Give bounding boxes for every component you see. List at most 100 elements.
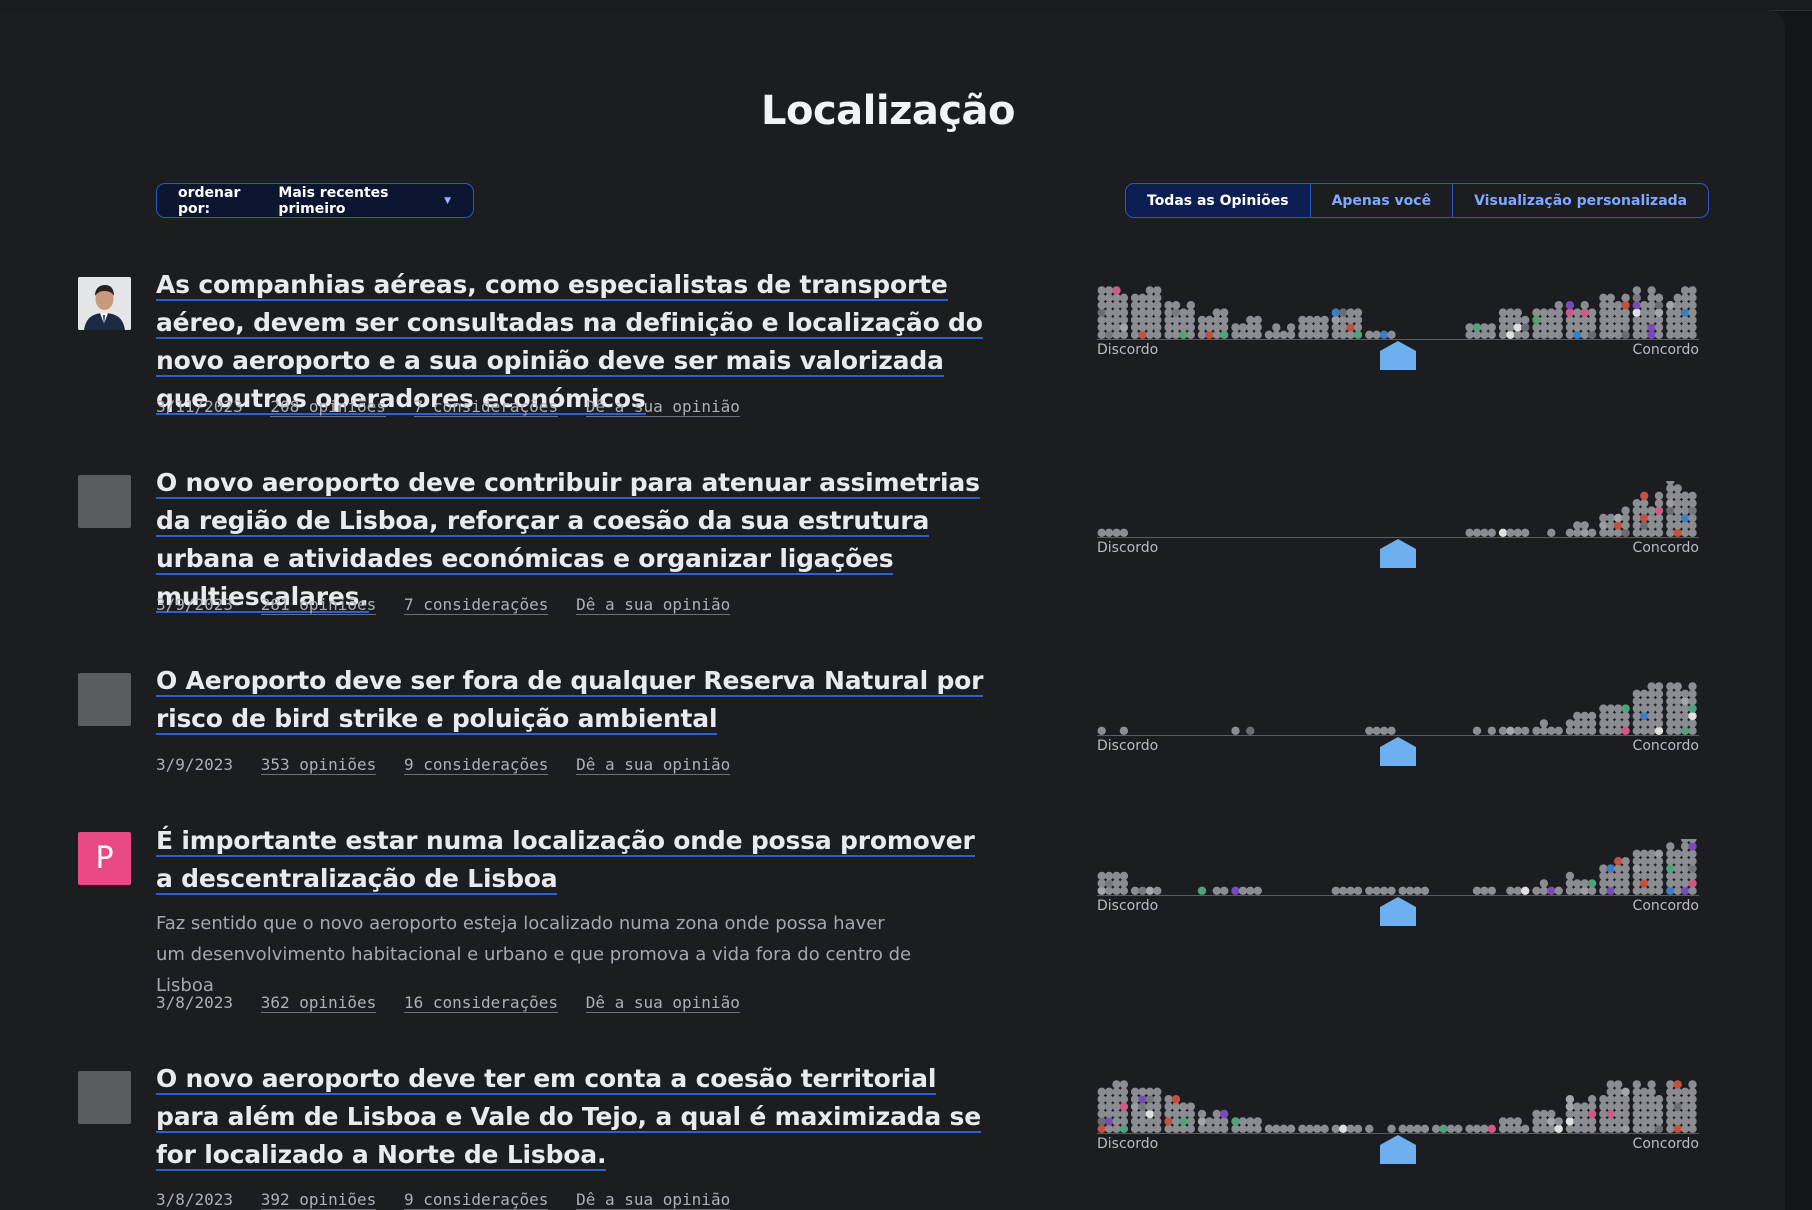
opinion-dot (1145, 286, 1155, 295)
opinion-dot (1487, 528, 1496, 537)
opinion-dot (1599, 871, 1608, 881)
opinion-dot (1647, 704, 1656, 713)
opinion-dot (1673, 308, 1682, 317)
opinion-dot (1112, 1109, 1121, 1119)
opinion-dot (1654, 711, 1664, 721)
opinion-distribution-chart[interactable]: Discordo Concordo (1097, 839, 1699, 929)
considerations-link[interactable]: 16 considerações (403, 993, 559, 1013)
statement-title-text[interactable]: O Aeroporto deve ser fora de qualquer Re… (156, 666, 983, 735)
opinion-dot (1465, 1124, 1474, 1133)
opinion-dot (1580, 330, 1589, 339)
opinion-dot (1353, 886, 1363, 895)
statement-title[interactable]: O Aeroporto deve ser fora de qualquer Re… (156, 662, 996, 738)
opinion-dot (1632, 528, 1641, 537)
opinion-distribution-chart[interactable]: Discordo Concordo (1097, 1077, 1699, 1167)
opinions-link[interactable]: 362 opiniões (260, 993, 377, 1013)
sort-dropdown[interactable]: ordenar por: Mais recentes primeiro ▼ (156, 183, 474, 218)
considerations-link[interactable]: 9 considerações (403, 1190, 549, 1210)
disagree-label: Discordo (1097, 898, 1159, 914)
opinion-dot (1238, 330, 1248, 339)
opinion-dot (1164, 308, 1173, 317)
opinion-dot (1179, 1117, 1188, 1126)
opinion-dot (1130, 1109, 1140, 1119)
opinion-dot (1599, 886, 1608, 895)
opinion-distribution-chart[interactable]: Discordo Concordo (1097, 481, 1699, 571)
give-opinion-link[interactable]: Dê a sua opinião (576, 755, 731, 775)
tab-custom-view[interactable]: Visualização personalizada (1452, 184, 1708, 217)
statement-title[interactable]: O novo aeroporto deve contribuir para at… (156, 464, 996, 616)
opinion-dot (1506, 1117, 1515, 1126)
opinion-dot (1145, 323, 1155, 332)
opinion-dot (1398, 1124, 1407, 1133)
opinion-dot (1197, 315, 1207, 325)
opinion-dot (1647, 849, 1656, 858)
opinion-dot (1112, 879, 1121, 888)
opinion-dot (1164, 1102, 1173, 1111)
statement-title[interactable]: As companhias aéreas, como especialistas… (156, 266, 996, 418)
opinions-link[interactable]: 392 opiniões (260, 1190, 377, 1210)
opinion-dot (1614, 1102, 1623, 1111)
consensus-marker-icon[interactable] (1380, 737, 1416, 766)
opinion-dot (1097, 879, 1106, 888)
opinions-link[interactable]: 281 opiniões (260, 595, 377, 615)
opinion-dot (1353, 330, 1363, 339)
opinion-dot (1573, 528, 1582, 537)
statement-title-text[interactable]: O novo aeroporto deve contribuir para at… (156, 468, 980, 613)
opinion-dot (1153, 323, 1162, 332)
opinion-dot (1606, 886, 1615, 895)
opinion-dot (1513, 1117, 1522, 1126)
opinion-dot (1640, 1117, 1649, 1126)
give-opinion-link[interactable]: Dê a sua opinião (576, 1190, 731, 1210)
tab-only-you[interactable]: Apenas você (1309, 184, 1453, 217)
give-opinion-link[interactable]: Dê a sua opinião (585, 993, 740, 1013)
opinion-dot (1138, 1117, 1147, 1126)
opinion-dot (1186, 301, 1195, 310)
opinion-dot (1599, 330, 1608, 339)
consensus-marker-icon[interactable] (1380, 539, 1416, 568)
statement-title-text[interactable]: É importante estar numa localização onde… (156, 826, 975, 895)
statement-title[interactable]: O novo aeroporto deve ter em conta a coe… (156, 1060, 996, 1174)
opinion-dot (1372, 330, 1381, 339)
disagree-label: Discordo (1097, 342, 1159, 358)
opinion-dot (1680, 1102, 1690, 1111)
opinion-dot (1599, 1117, 1608, 1126)
considerations-link[interactable]: 7 considerações (413, 397, 559, 417)
give-opinion-link[interactable]: Dê a sua opinião (576, 595, 731, 615)
opinion-dot (1614, 1124, 1623, 1133)
opinion-dot (1097, 1095, 1106, 1104)
opinions-link[interactable]: 208 opiniões (270, 397, 386, 417)
opinion-dot (1680, 1109, 1690, 1119)
consensus-marker-icon[interactable] (1380, 897, 1416, 926)
opinion-dot (1666, 697, 1675, 706)
opinion-distribution-chart[interactable]: Discordo Concordo (1097, 283, 1699, 373)
opinion-dot (1171, 308, 1181, 317)
opinion-dot (1606, 704, 1615, 713)
opinion-distribution-chart[interactable]: Discordo Concordo (1097, 679, 1699, 769)
opinion-dot (1521, 1124, 1530, 1133)
opinion-dot (1647, 1095, 1656, 1104)
statement-title-text[interactable]: As companhias aéreas, como especialistas… (156, 270, 983, 415)
opinion-dot (1580, 1109, 1589, 1119)
opinion-dot (1286, 323, 1296, 332)
opinions-link[interactable]: 353 opiniões (260, 755, 377, 775)
tab-all-opinions[interactable]: Todas as Opiniões (1126, 184, 1310, 217)
statement-title-text[interactable]: O novo aeroporto deve ter em conta a coe… (156, 1064, 981, 1171)
considerations-link[interactable]: 7 considerações (403, 595, 549, 615)
opinion-dot (1205, 330, 1214, 339)
opinion-dot (1130, 293, 1140, 302)
opinion-dot (1673, 315, 1682, 325)
opinion-dot (1246, 315, 1255, 325)
give-opinion-link[interactable]: Dê a sua opinião (585, 397, 740, 417)
opinion-dot (1298, 330, 1307, 339)
consensus-marker-icon[interactable] (1380, 341, 1416, 370)
statement-title[interactable]: É importante estar numa localização onde… (156, 822, 996, 898)
opinion-dot (1666, 481, 1675, 486)
consensus-marker-icon[interactable] (1380, 1135, 1416, 1164)
opinion-dot (1680, 330, 1690, 339)
opinion-dot (1130, 886, 1140, 895)
considerations-link[interactable]: 9 considerações (403, 755, 549, 775)
opinion-dot (1339, 1124, 1348, 1133)
opinion-dot (1164, 1109, 1173, 1119)
opinion-dot (1138, 315, 1147, 325)
opinion-dot (1513, 308, 1522, 317)
